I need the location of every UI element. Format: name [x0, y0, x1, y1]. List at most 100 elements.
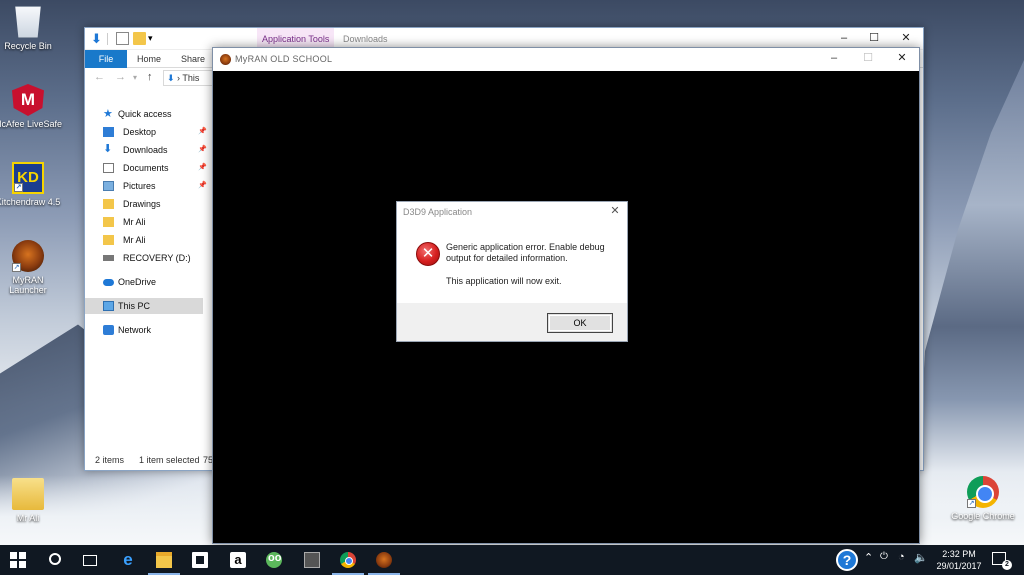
taskbar-amazon[interactable]: a: [220, 545, 256, 575]
status-selection: 1 item selected: [139, 455, 200, 465]
checkmark-icon[interactable]: [116, 32, 129, 45]
folder-icon: [103, 235, 114, 245]
forward-arrow-icon[interactable]: →: [115, 71, 126, 83]
tab-share[interactable]: Share: [173, 50, 213, 68]
dialog-button-bar: OK: [397, 303, 627, 341]
kitchendraw-icon: KD ↗: [12, 162, 44, 194]
navigation-pane: ★ Quick access Desktop 📌 ⬇ Downloads 📌 D…: [85, 92, 213, 452]
task-view-button[interactable]: [72, 545, 108, 575]
volume-icon[interactable]: 🔈: [914, 551, 928, 564]
customize-dropdown-icon[interactable]: ▾: [148, 32, 161, 45]
show-hidden-icons-chevron-icon[interactable]: ⌃: [864, 551, 873, 564]
sidebar-item-this-pc[interactable]: This PC: [85, 298, 203, 314]
amazon-icon: a: [230, 552, 246, 568]
sidebar-item-label: This PC: [118, 301, 151, 311]
sidebar-item-network[interactable]: Network: [103, 322, 211, 338]
status-bar: 2 items 1 item selected 75: [85, 450, 213, 470]
desktop-icon-myran-launcher[interactable]: ↗ MyRAN Launcher: [0, 240, 63, 295]
drive-icon: [103, 255, 114, 261]
notification-count-badge: 2: [1002, 560, 1012, 570]
desktop-icon-mcafee[interactable]: M McAfee LiveSafe: [0, 84, 63, 129]
pin-icon: 📌: [198, 182, 207, 189]
taskbar-store[interactable]: [182, 545, 218, 575]
start-button[interactable]: [0, 545, 36, 575]
sidebar-item-mr-ali-2[interactable]: Mr Ali: [103, 232, 211, 248]
pin-icon: 📌: [198, 128, 207, 135]
game-close-button[interactable]: ✕: [887, 48, 917, 70]
downloads-icon: ⬇: [167, 73, 175, 83]
dialog-exit-message: This application will now exit.: [446, 276, 562, 286]
error-dialog: D3D9 Application ✕ ✕ Generic application…: [396, 201, 628, 342]
back-arrow-icon[interactable]: ←: [94, 71, 105, 83]
error-x-icon: ✕: [416, 242, 440, 266]
tab-file[interactable]: File: [85, 50, 127, 68]
chrome-icon: [340, 552, 356, 568]
desktop-icon-label: Recycle Bin: [4, 41, 52, 51]
properties-arrow-icon[interactable]: ⬇: [91, 32, 104, 45]
address-text: This: [182, 73, 200, 83]
mcafee-icon: M: [12, 84, 44, 116]
taskbar-file-explorer[interactable]: [146, 545, 182, 575]
sidebar-item-drawings[interactable]: Drawings: [103, 196, 211, 212]
taskbar-chrome[interactable]: [330, 545, 366, 575]
sidebar-item-recovery-drive[interactable]: RECOVERY (D:): [103, 250, 211, 266]
sidebar-item-label: Pictures: [123, 181, 156, 191]
edge-icon: e: [123, 550, 133, 569]
desktop-icon-label: Google Chrome: [951, 511, 1015, 521]
game-title-bar: MyRAN OLD SCHOOL – ☐ ✕: [213, 48, 919, 71]
sidebar-item-label: Documents: [123, 163, 169, 173]
sidebar-item-documents[interactable]: Documents 📌: [103, 160, 211, 176]
sidebar-item-desktop[interactable]: Desktop 📌: [103, 124, 211, 140]
sidebar-item-label: Drawings: [123, 199, 161, 209]
new-folder-icon[interactable]: [133, 32, 146, 45]
folder-icon: [103, 199, 114, 209]
myran-icon: ↗: [12, 240, 44, 272]
sidebar-item-pictures[interactable]: Pictures 📌: [103, 178, 211, 194]
windows-logo-icon: [10, 552, 26, 568]
game-maximize-button[interactable]: ☐: [853, 48, 883, 70]
search-icon: [49, 553, 61, 565]
desktop-icon-label: MyRAN Launcher: [9, 275, 47, 295]
power-plug-icon[interactable]: ⏻: [880, 551, 888, 562]
myran-logo-icon: [220, 54, 231, 65]
wifi-icon[interactable]: ◔: [898, 551, 905, 563]
network-icon: [103, 325, 114, 335]
desktop-icon-kitchendraw[interactable]: KD ↗ Kitchendraw 4.5: [0, 162, 63, 207]
clock-time: 2:32 PM: [942, 549, 976, 559]
file-explorer-icon: [156, 552, 172, 568]
desktop-icon-google-chrome[interactable]: ↗ Google Chrome: [948, 476, 1018, 521]
sidebar-item-label: OneDrive: [118, 277, 157, 287]
dialog-message: Generic application error. Enable debug …: [446, 242, 605, 263]
taskbar-edge[interactable]: e: [110, 545, 146, 575]
star-icon: ★: [103, 108, 113, 120]
taskbar-tripadvisor[interactable]: [256, 545, 292, 575]
sidebar-item-mr-ali[interactable]: Mr Ali: [103, 214, 211, 230]
desktop-icon-mr-ali[interactable]: Mr Ali: [0, 478, 63, 523]
folder-icon: [103, 217, 114, 227]
clock[interactable]: 2:32 PM 29/01/2017: [934, 548, 984, 572]
recycle-bin-icon: [15, 6, 41, 38]
tripadvisor-icon: [266, 552, 282, 568]
taskbar-calculator[interactable]: [294, 545, 330, 575]
search-button[interactable]: [38, 545, 74, 575]
taskbar-myran[interactable]: [366, 545, 402, 575]
desktop-icon-label: Mr Ali: [16, 513, 40, 523]
recent-locations-icon[interactable]: ▾: [133, 73, 137, 82]
game-minimize-button[interactable]: –: [819, 48, 849, 70]
help-icon[interactable]: ?: [836, 549, 858, 571]
pictures-icon: [103, 181, 114, 191]
desktop-icon-recycle-bin[interactable]: Recycle Bin: [0, 6, 63, 51]
sidebar-item-label: Downloads: [123, 145, 168, 155]
ok-button[interactable]: OK: [547, 313, 613, 333]
sidebar-item-downloads[interactable]: ⬇ Downloads 📌: [103, 142, 211, 158]
dialog-close-button[interactable]: ✕: [603, 202, 627, 222]
up-arrow-icon[interactable]: ↑: [147, 71, 153, 83]
documents-icon: [103, 163, 114, 173]
desktop-icon: [103, 127, 114, 137]
status-item-count: 2 items: [95, 455, 125, 465]
pin-icon: 📌: [198, 164, 207, 171]
sidebar-item-onedrive[interactable]: OneDrive: [103, 274, 211, 290]
sidebar-item-quick-access[interactable]: ★ Quick access: [103, 106, 211, 122]
tab-home[interactable]: Home: [129, 50, 169, 68]
sidebar-item-label: Network: [118, 325, 152, 335]
